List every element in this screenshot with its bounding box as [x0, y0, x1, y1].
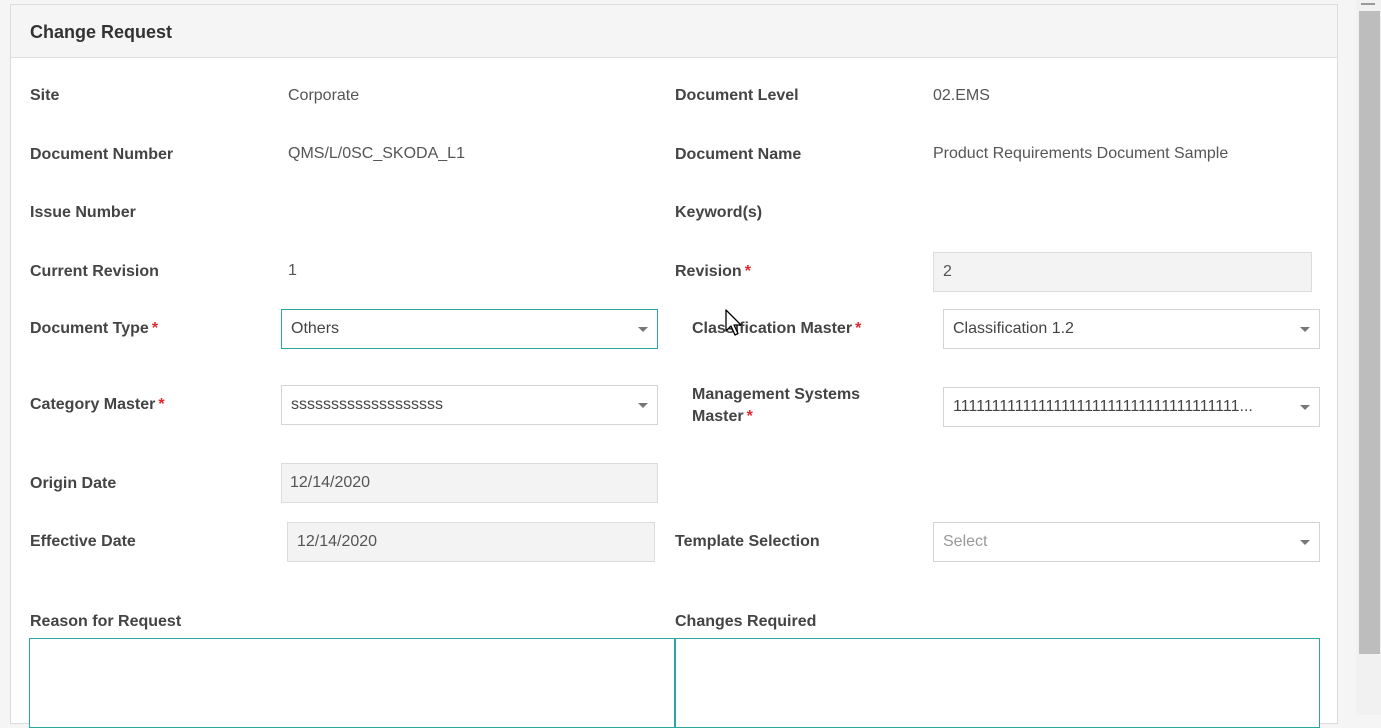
- issue-number-label: Issue Number: [30, 204, 136, 221]
- classification-master-label: Classification Master *: [692, 320, 861, 338]
- panel-title: Change Request: [30, 22, 173, 42]
- document-type-selected: Others: [291, 320, 340, 337]
- current-revision-label: Current Revision: [30, 263, 159, 280]
- revision-field[interactable]: 2: [933, 252, 1312, 292]
- effective-date-field[interactable]: 12/14/2020: [287, 522, 655, 562]
- site-label: Site: [30, 87, 60, 104]
- classification-master-selected: Classification 1.2: [953, 320, 1074, 337]
- keywords-label: Keyword(s): [675, 204, 763, 221]
- classification-master-label-text: Classification Master: [692, 320, 853, 337]
- category-master-select[interactable]: sssssssssssssssssss: [281, 385, 658, 425]
- template-selection-placeholder: Select: [943, 533, 988, 550]
- required-marker: *: [744, 263, 751, 280]
- chevron-down-icon: [1300, 405, 1310, 410]
- classification-master-select[interactable]: Classification 1.2: [943, 309, 1320, 349]
- revision-label-text: Revision: [675, 263, 742, 280]
- scrollbar-thumb[interactable]: [1359, 11, 1380, 654]
- document-level-label: Document Level: [675, 87, 799, 104]
- chevron-down-icon: [1300, 327, 1310, 332]
- template-selection-select[interactable]: Select: [933, 522, 1320, 562]
- chevron-down-icon: [1300, 540, 1310, 545]
- panel-header: Change Request: [11, 5, 1337, 58]
- effective-date-label: Effective Date: [30, 533, 136, 550]
- document-level-value: 02.EMS: [933, 87, 990, 104]
- management-systems-master-selected: 1111111111111111111111111111111111111...: [953, 398, 1253, 415]
- management-systems-master-select[interactable]: 1111111111111111111111111111111111111...: [943, 387, 1320, 427]
- document-type-select[interactable]: Others: [281, 309, 658, 349]
- document-number-label: Document Number: [30, 146, 174, 163]
- reason-for-request-label: Reason for Request: [30, 613, 182, 630]
- management-systems-master-label-text: Management Systems Master: [692, 386, 861, 425]
- required-marker: *: [855, 320, 862, 337]
- management-systems-master-label: Management Systems Master *: [692, 384, 892, 428]
- document-type-label-text: Document Type: [30, 320, 149, 337]
- category-master-label: Category Master *: [30, 396, 165, 414]
- document-number-value: QMS/L/0SC_SKODA_L1: [288, 145, 465, 162]
- category-master-selected: sssssssssssssssssss: [291, 396, 443, 413]
- document-name-value: Product Requirements Document Sample: [933, 145, 1229, 162]
- chevron-down-icon: [638, 403, 648, 408]
- chevron-down-icon: [638, 327, 648, 332]
- category-master-label-text: Category Master: [30, 396, 156, 413]
- change-request-panel: Change Request: [10, 4, 1338, 724]
- required-marker: *: [746, 408, 753, 425]
- required-marker: *: [151, 320, 159, 337]
- document-name-label: Document Name: [675, 146, 802, 163]
- document-type-label: Document Type *: [30, 320, 158, 338]
- template-selection-label: Template Selection: [675, 533, 820, 550]
- current-revision-value: 1: [288, 262, 297, 279]
- revision-label: Revision *: [675, 263, 751, 281]
- site-value: Corporate: [288, 87, 360, 104]
- required-marker: *: [158, 396, 165, 413]
- scroll-up-icon[interactable]: [1361, 0, 1375, 5]
- origin-date-label: Origin Date: [30, 475, 117, 492]
- changes-required-label: Changes Required: [675, 613, 817, 630]
- mouse-pointer-icon: [725, 309, 742, 336]
- origin-date-field[interactable]: 12/14/2020: [281, 463, 658, 503]
